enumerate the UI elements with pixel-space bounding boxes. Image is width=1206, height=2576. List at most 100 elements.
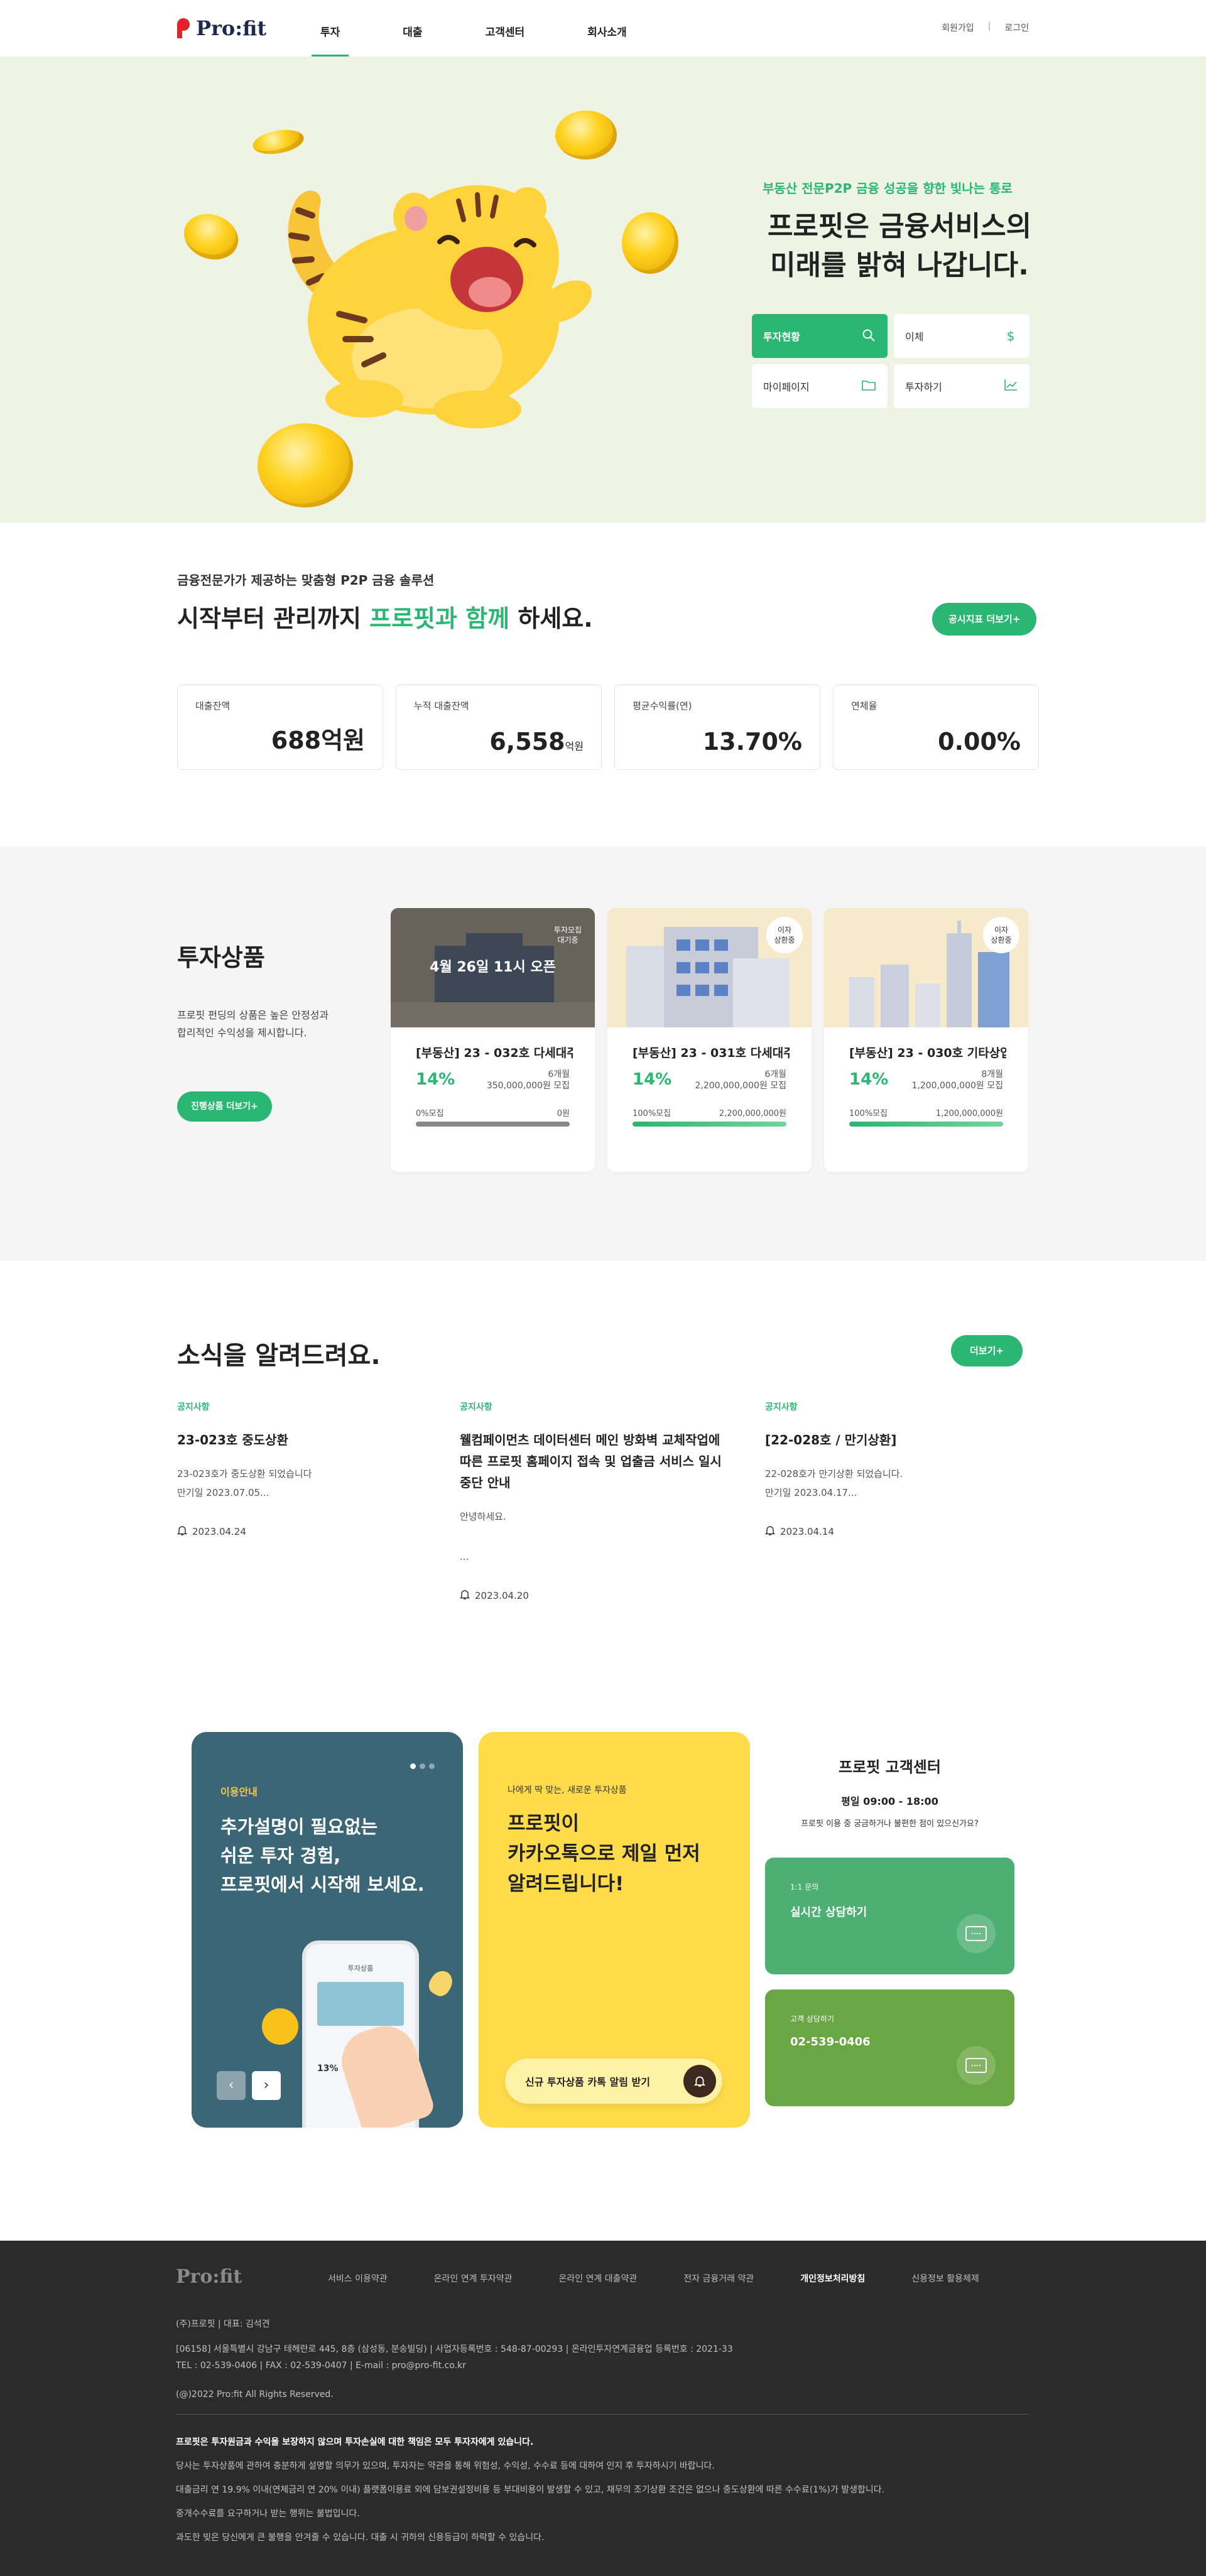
stat-number: 6,558 [489, 728, 565, 755]
site-footer: Pro:fit 서비스 이용약관 온라인 연계 투자약관 온라인 연계 대출약관… [0, 2241, 1206, 2576]
stat-card: 대출잔액 688억원 [177, 685, 383, 770]
badge-line: 대기중 [557, 936, 579, 944]
news-item[interactable]: 공지사항 23-023호 중도상환 23-023호가 중도상환 되었습니다 만기… [177, 1400, 416, 1539]
phone-consult-card[interactable]: 고객 상담하기 02-539-0406 [765, 1989, 1014, 2106]
kakao-card[interactable]: 나에게 딱 맞는, 새로운 투자상품 프로핏이 카카오톡으로 제일 먼저 알려드… [479, 1732, 750, 2128]
footer-link[interactable]: 서비스 이용약관 [328, 2272, 388, 2285]
transfer-button[interactable]: 이체 $ [894, 314, 1029, 358]
products-section: 투자상품 프로핏 펀딩의 상품은 높은 안정성과 합리적인 수익성을 제시합니다… [0, 847, 1206, 1261]
news-date: 2023.04.20 [459, 1589, 724, 1603]
solution-subtitle: 금융전문가가 제공하는 맞춤형 P2P 금융 솔루션 [177, 573, 435, 588]
live-chat-small: 1:1 문의 [790, 1883, 819, 1891]
news-category: 공지사항 [765, 1402, 798, 1412]
news-item[interactable]: 공지사항 웰컴페이먼츠 데이터센터 메인 방화벽 교체작업에 따른 프로핏 홈페… [459, 1400, 724, 1603]
product-amount: 2,200,000,000원 모집 [695, 1081, 786, 1091]
carousel-dot[interactable] [420, 1763, 425, 1769]
product-amount: 1,200,000,000원 모집 [911, 1081, 1003, 1091]
stat-card: 누적 대출잔액 6,558억원 [396, 685, 602, 770]
progress-bar [849, 1122, 1003, 1127]
stat-number: 13.70% [702, 728, 802, 755]
button-label: 이체 [905, 331, 924, 343]
product-name: [부동산] 23 - 030호 기타상업용 담보 [849, 1046, 1006, 1060]
next-arrow-icon[interactable]: › [252, 2071, 281, 2100]
carousel-dot[interactable] [429, 1763, 435, 1769]
guide-card[interactable]: 이용안내 추가설명이 필요없는 쉬운 투자 경험, 프로핏에서 시작해 보세요.… [192, 1732, 463, 2128]
legal-notice: 프로핏은 투자원금과 수익을 보장하지 않으며 투자손실에 대한 책임은 모두 … [176, 2430, 884, 2550]
promo-section: 이용안내 추가설명이 필요없는 쉬운 투자 경험, 프로핏에서 시작해 보세요.… [0, 1688, 1206, 2241]
kakao-button-label: 신규 투자상품 카톡 알림 받기 [525, 2076, 650, 2088]
solution-title-post: 하세요. [509, 605, 593, 632]
footer-link[interactable]: 온라인 연계 투자약관 [434, 2272, 513, 2285]
notice-bold: 프로핏은 투자원금과 수익을 보장하지 않으며 투자손실에 대한 책임은 모두 … [176, 2437, 534, 2447]
invest-button[interactable]: 투자하기 [894, 364, 1029, 408]
button-label: 투자현황 [763, 331, 800, 343]
util-links: 회원가입 | 로그인 [942, 21, 1029, 34]
footer-link[interactable]: 신용정보 활용체제 [911, 2272, 979, 2285]
kakao-alert-button[interactable]: 신규 투자상품 카톡 알림 받기 [505, 2059, 722, 2104]
news-headline: 웰컴페이먼츠 데이터센터 메인 방화벽 교체작업에 따른 프로핏 홈페이지 접속… [460, 1432, 722, 1490]
product-image: 이자 상환중 [824, 908, 1028, 1027]
news-headline: 23-023호 중도상환 [177, 1432, 288, 1448]
hero-title-line: 프로핏은 금융서비스의 [767, 210, 1032, 242]
badge-line: 상환중 [991, 936, 1012, 944]
news-more-button[interactable]: 더보기+ [951, 1335, 1023, 1366]
footer-logo[interactable]: Pro:fit [176, 2266, 242, 2288]
guide-headline-line: 추가설명이 필요없는 [220, 1816, 378, 1837]
news-date: 2023.04.14 [764, 1525, 1016, 1539]
invest-status-button[interactable]: 투자현황 [752, 314, 888, 358]
product-card[interactable]: 이자 상환중 [부동산] 23 - 030호 기타상업용 담보 14% 8개월 … [824, 908, 1028, 1172]
news-item[interactable]: 공지사항 [22-028호 / 만기상환] 22-028호가 만기상환 되었습니… [764, 1400, 1016, 1539]
guide-label: 이용안내 [220, 1786, 258, 1798]
product-card[interactable]: 이자 상환중 [부동산] 23 - 031호 다세대주택 담보 14% 6개월 … [607, 908, 812, 1172]
guide-headline: 추가설명이 필요없는 쉬운 투자 경험, 프로핏에서 시작해 보세요. [220, 1812, 425, 1899]
cs-hours: 평일 09:00 - 18:00 [841, 1795, 938, 1807]
hero-quick-menu: 투자현황 이체 $ 마이페이지 투자하기 [752, 314, 1029, 408]
logo[interactable]: Pro:fit [177, 16, 266, 40]
login-link[interactable]: 로그인 [1004, 21, 1029, 34]
products-more-button[interactable]: 진행상품 더보기+ [177, 1091, 272, 1122]
folder-icon [861, 379, 876, 394]
status-badge: 투자모집 대기중 [550, 917, 586, 953]
footer-link[interactable]: 전자 금융거래 약관 [683, 2272, 754, 2285]
logo-mark-icon [177, 18, 190, 38]
carousel-dots [410, 1763, 435, 1769]
nav-loan[interactable]: 대출 [403, 0, 422, 57]
signup-link[interactable]: 회원가입 [942, 21, 974, 34]
stat-label: 연체율 [851, 700, 877, 712]
kakao-headline-line: 프로핏이 [508, 1812, 580, 1835]
stat-value: 6,558억원 [489, 728, 584, 755]
mypage-button[interactable]: 마이페이지 [752, 364, 888, 408]
news-headline: [22-028호 / 만기상환] [765, 1432, 897, 1448]
stat-number: 688억원 [271, 727, 365, 754]
progress-fill [633, 1122, 786, 1127]
stat-unit: 억원 [565, 740, 584, 752]
search-icon [861, 328, 876, 344]
news-category: 공지사항 [177, 1402, 210, 1412]
nav-support[interactable]: 고객센터 [486, 0, 525, 57]
product-card[interactable]: 4월 26일 11시 오픈 투자모집 대기중 [부동산] 23 - 032호 다… [391, 908, 595, 1172]
coin-image [622, 212, 678, 274]
badge-line: 이자 [994, 926, 1009, 934]
prev-arrow-icon[interactable]: ‹ [217, 2071, 246, 2100]
footer-link[interactable]: 온라인 연계 대출약관 [558, 2272, 637, 2285]
live-chat-card[interactable]: 1:1 문의 실시간 상담하기 [765, 1858, 1014, 1974]
nav-invest[interactable]: 투자 [311, 0, 349, 57]
badge-line: 이자 [777, 926, 792, 934]
carousel-dot[interactable] [410, 1763, 416, 1769]
product-progress-text: 100%모집 1,200,000,000원 [849, 1107, 1003, 1118]
tiger-illustration [288, 185, 592, 428]
hero-section: 부동산 전문P2P 금융 성공을 향한 빛나는 통로 프로핏은 금융서비스의 미… [0, 57, 1206, 522]
badge-line: 투자모집 [553, 926, 582, 934]
main-nav: 투자 대출 고객센터 회사소개 [311, 0, 690, 57]
product-amount: 350,000,000원 모집 [486, 1081, 570, 1091]
disclosure-more-button[interactable]: 공시지표 더보기+ [932, 603, 1037, 636]
product-meta: 6개월 2,200,000,000원 모집 [695, 1069, 786, 1091]
company-contact: TEL : 02-539-0406 | FAX : 02-539-0407 | … [176, 2361, 466, 2371]
nav-about[interactable]: 회사소개 [587, 0, 627, 57]
kakao-headline: 프로핏이 카카오톡으로 제일 먼저 알려드립니다! [508, 1809, 700, 1899]
product-meta: 8개월 1,200,000,000원 모집 [911, 1069, 1003, 1091]
kakao-headline-line: 알려드립니다! [508, 1873, 624, 1895]
stat-label: 대출잔액 [195, 700, 231, 712]
footer-link-privacy[interactable]: 개인정보처리방침 [800, 2272, 865, 2285]
phone-icon [957, 2046, 996, 2085]
